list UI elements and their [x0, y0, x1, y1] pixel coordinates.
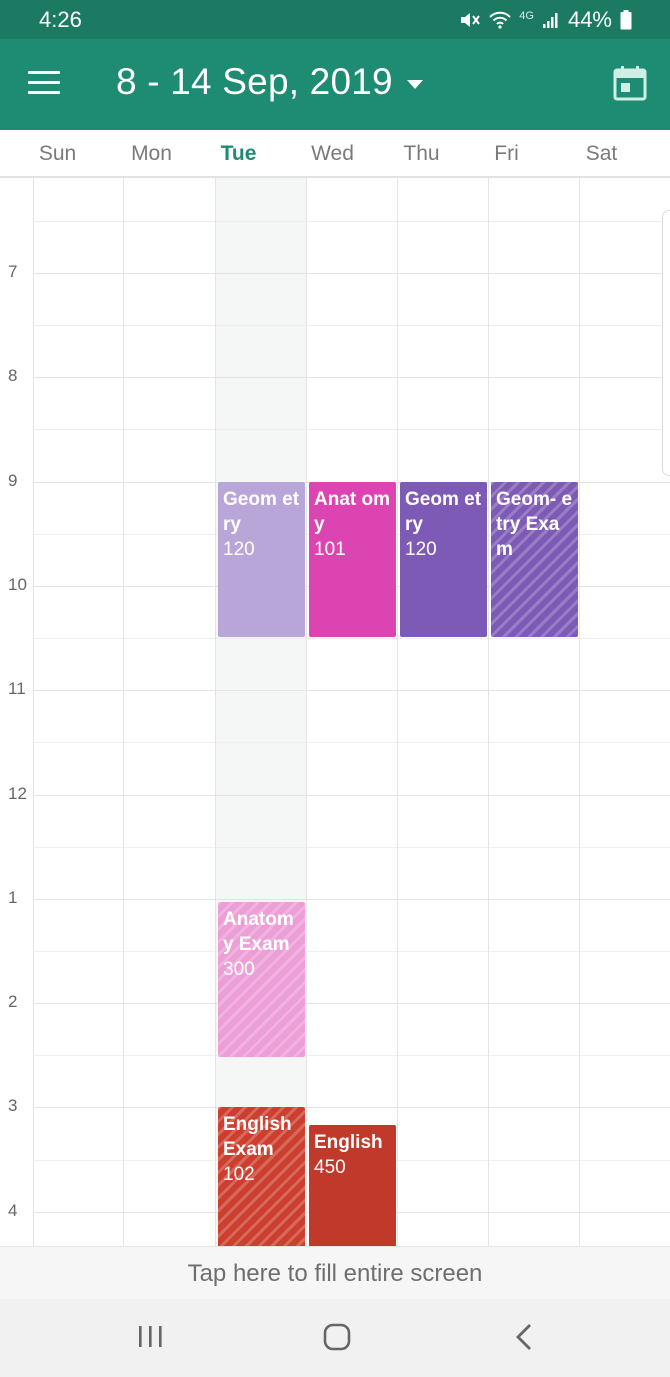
time-gridline	[33, 429, 670, 430]
event-number: 300	[223, 959, 255, 980]
event-anatomy-exam-tue[interactable]: Anatom y Exam 300	[218, 902, 305, 1057]
event-geometry-exam-fri[interactable]: Geom- etry Exam	[491, 482, 578, 637]
app-bar: 8 - 14 Sep, 2019	[0, 39, 670, 130]
day-divider	[397, 178, 398, 1246]
time-gridline	[33, 899, 670, 900]
battery-percent: 44%	[567, 7, 612, 32]
date-range-label: 8 - 14 Sep, 2019	[116, 61, 393, 102]
event-title: English	[314, 1132, 383, 1153]
week-grid[interactable]: 4 3 2 1 12 11 10 9 8 7 Geom etry 120 Anat omy 101…	[0, 178, 670, 1246]
hour-label: 11	[8, 679, 26, 698]
battery-icon	[620, 10, 632, 30]
event-english-exam-tue[interactable]: English Exam 102	[218, 1107, 305, 1246]
time-gridline	[33, 1003, 670, 1004]
event-geometry-tue[interactable]: Geom etry 120	[218, 482, 305, 637]
scroll-handle[interactable]	[662, 210, 670, 476]
time-gridline	[33, 690, 670, 691]
event-number: 102	[223, 1164, 255, 1185]
day-thu[interactable]: Thu	[376, 142, 467, 166]
event-english-wed[interactable]: English 450	[309, 1125, 396, 1246]
time-gridline	[33, 1107, 670, 1108]
hour-label: 1	[8, 888, 18, 907]
time-gridline	[33, 221, 670, 222]
time-gridline	[33, 795, 670, 796]
event-title: Anat omy	[314, 489, 390, 535]
day-divider	[123, 178, 124, 1246]
time-gridline	[33, 325, 670, 326]
mute-icon	[461, 13, 481, 27]
signal-icon	[542, 13, 558, 28]
event-number: 120	[223, 539, 255, 560]
day-sat[interactable]: Sat	[556, 142, 647, 166]
hour-label: 8	[8, 366, 18, 385]
event-number: 120	[405, 539, 437, 560]
day-tue[interactable]: Tue	[193, 142, 284, 166]
time-gridline	[33, 1055, 670, 1056]
wifi-icon	[489, 11, 511, 29]
home-icon[interactable]	[317, 1319, 357, 1355]
time-gridline	[33, 273, 670, 274]
system-nav-bar	[0, 1299, 670, 1377]
time-gridline	[33, 638, 670, 639]
fill-screen-banner[interactable]: Tap here to fill entire screen	[0, 1246, 670, 1299]
hamburger-menu-icon[interactable]	[28, 71, 62, 97]
day-divider	[306, 178, 307, 1246]
hour-label: 7	[8, 262, 18, 281]
dropdown-arrow-icon	[406, 79, 423, 89]
day-sun[interactable]: Sun	[12, 142, 103, 166]
hour-label: 12	[8, 784, 27, 803]
time-gridline	[33, 377, 670, 378]
today-column-highlight	[215, 178, 306, 1246]
event-geometry-thu[interactable]: Geom etry 120	[400, 482, 487, 637]
hour-label: 9	[8, 471, 18, 490]
event-title: Geom- etry Exam	[496, 489, 573, 560]
day-header: Sun Mon Tue Wed Thu Fri Sat	[0, 130, 670, 178]
time-gridline	[33, 951, 670, 952]
event-number: 101	[314, 539, 346, 560]
hour-label: 3	[8, 1096, 18, 1115]
day-fri[interactable]: Fri	[461, 142, 552, 166]
day-divider	[215, 178, 216, 1246]
event-title: Geom etry	[405, 489, 482, 535]
back-icon[interactable]	[504, 1319, 544, 1355]
date-range-selector[interactable]: 8 - 14 Sep, 2019	[116, 61, 423, 103]
event-number: 450	[314, 1157, 346, 1178]
day-divider	[488, 178, 489, 1246]
hour-label: 4	[8, 1201, 18, 1220]
hour-label: 10	[8, 575, 27, 594]
event-title: Anatom y Exam	[223, 909, 294, 955]
status-time: 4:26	[39, 7, 82, 32]
fill-screen-text: Tap here to fill entire screen	[187, 1260, 483, 1287]
time-gridline	[33, 742, 670, 743]
event-title: Geom etry	[223, 489, 300, 535]
calendar-today-icon[interactable]	[613, 65, 647, 101]
day-mon[interactable]: Mon	[106, 142, 197, 166]
status-bar: 4:26 4G 44%	[0, 0, 670, 39]
event-title: English Exam	[223, 1114, 292, 1160]
recent-apps-icon[interactable]	[131, 1319, 171, 1355]
network-type-label: 4G	[519, 10, 534, 22]
time-gridline	[33, 847, 670, 848]
event-anatomy-wed[interactable]: Anat omy 101	[309, 482, 396, 637]
day-divider	[33, 178, 34, 1246]
hour-label: 2	[8, 992, 18, 1011]
status-icons: 4G 44%	[459, 7, 632, 33]
day-wed[interactable]: Wed	[287, 142, 378, 166]
day-divider	[579, 178, 580, 1246]
